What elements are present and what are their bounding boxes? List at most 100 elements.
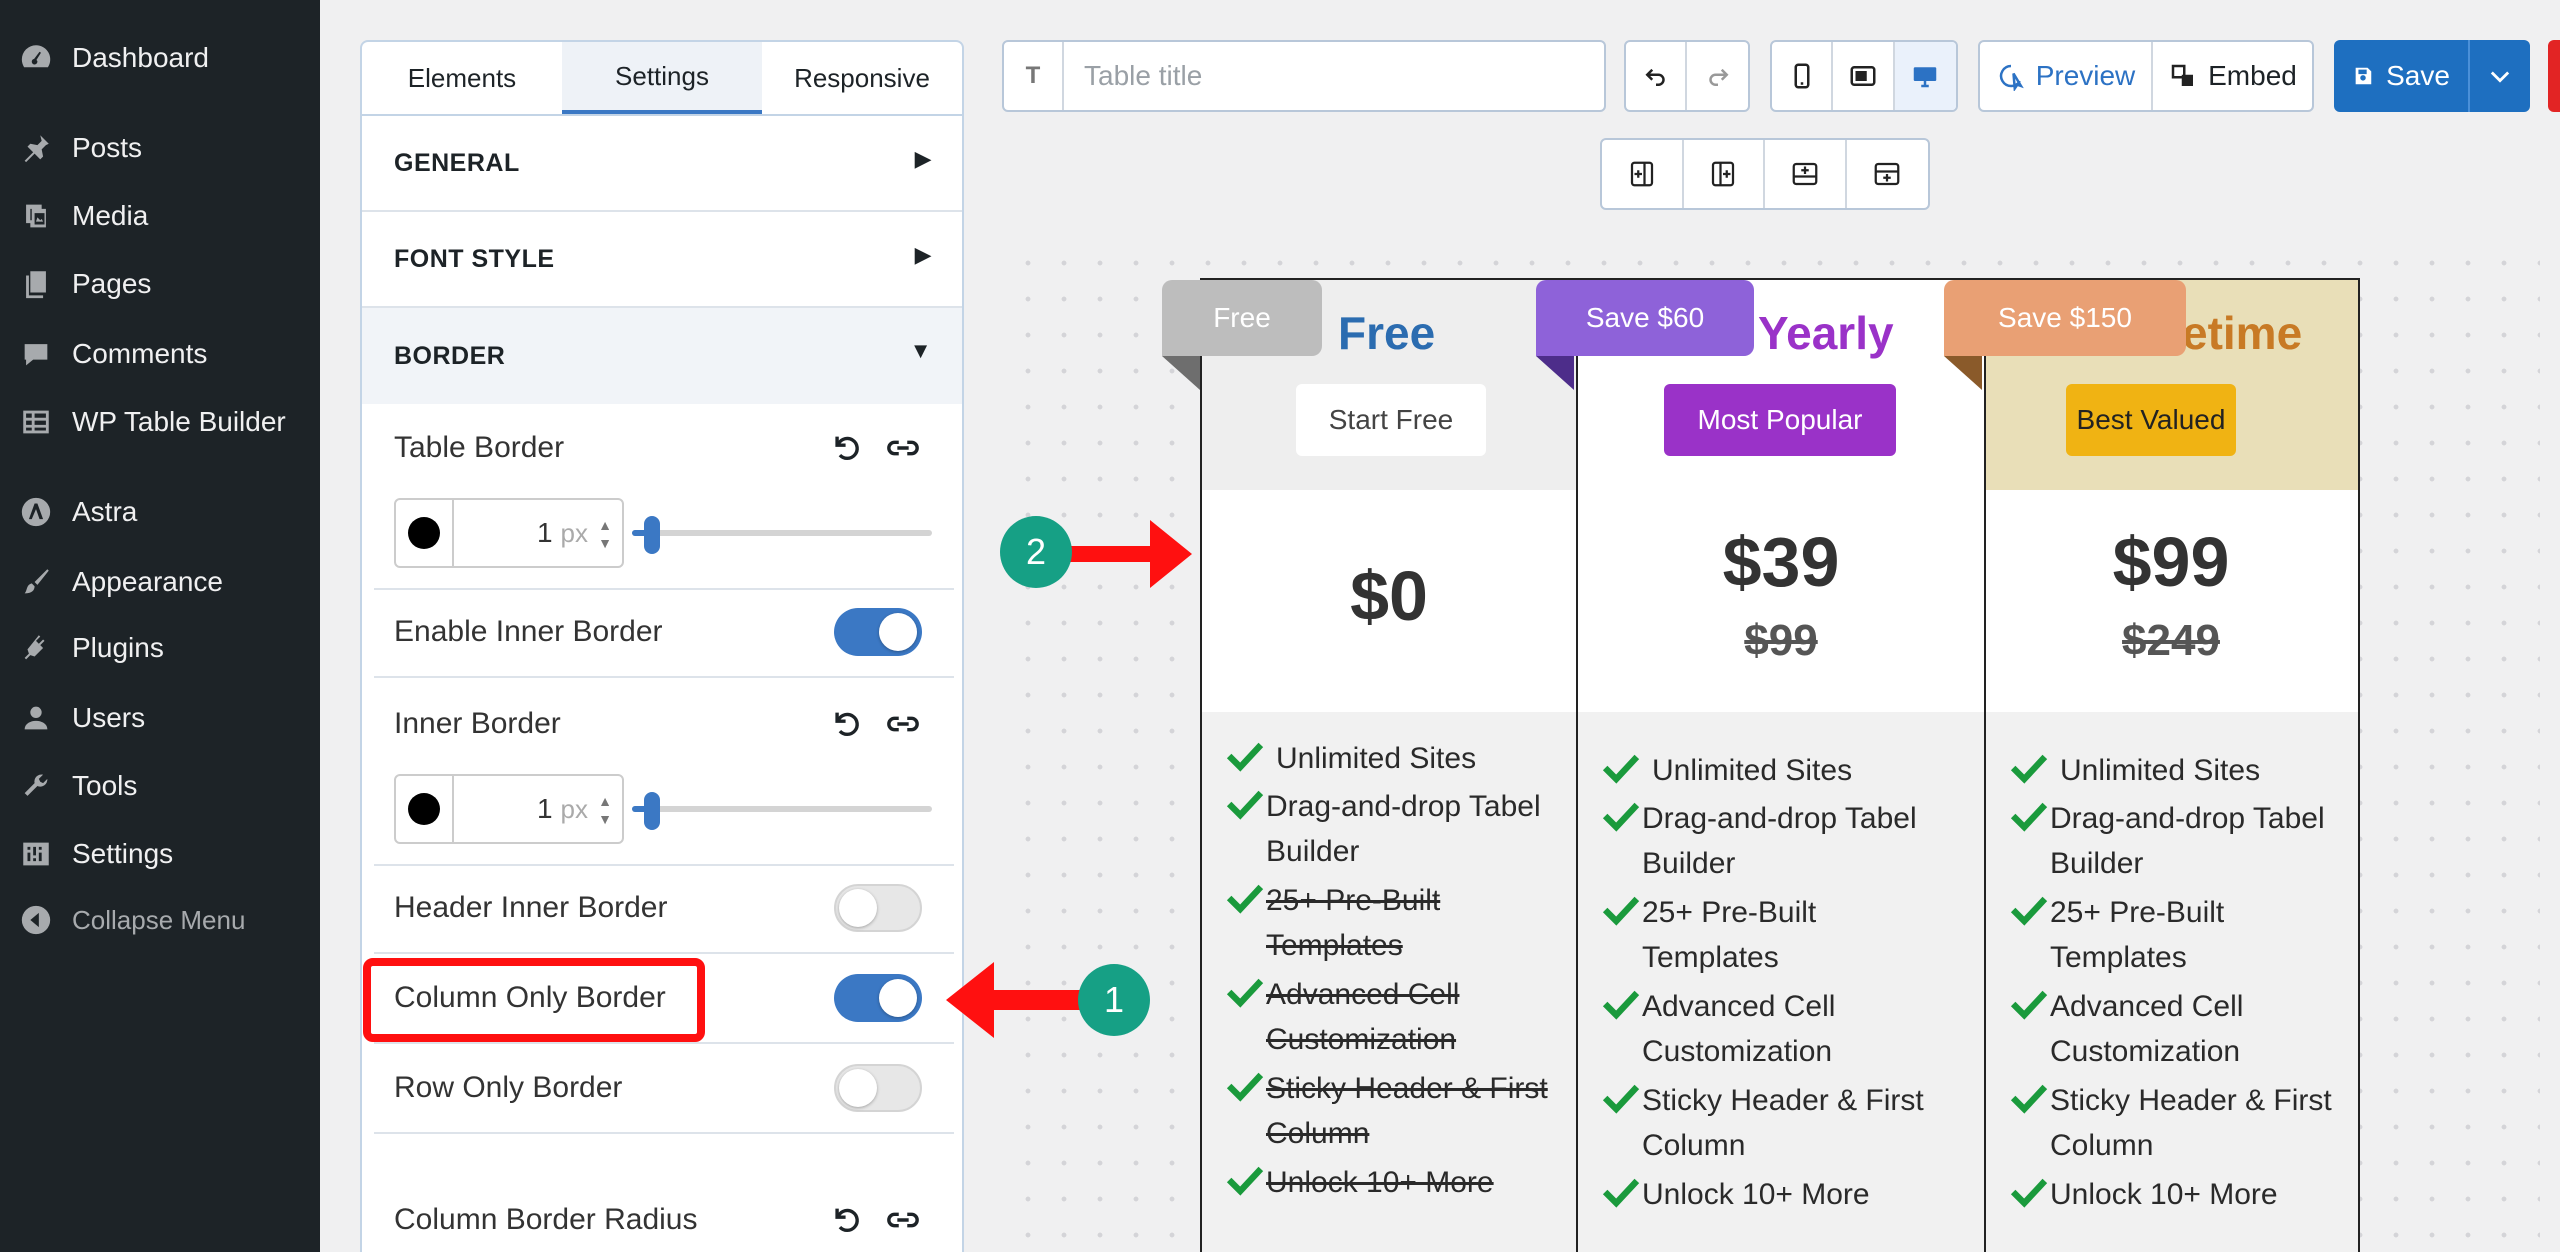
column-border-radius-label: Column Border Radius xyxy=(394,1203,698,1236)
table-title-field: T xyxy=(1002,40,1606,112)
section-font-style[interactable]: FONT STYLE ▶ xyxy=(362,212,962,308)
preview-button[interactable]: Preview xyxy=(1980,42,2153,110)
slider-thumb[interactable] xyxy=(644,516,660,554)
row-only-border-toggle[interactable] xyxy=(834,1064,922,1112)
pricing-column-yearly[interactable]: Yearly Most Popular $39 $99 Unlimited Si… xyxy=(1578,280,1984,1252)
insert-column-right-button[interactable] xyxy=(1684,140,1765,208)
pricing-column-lifetime[interactable]: etime Best Valued $99 $249 Unlimited Sit… xyxy=(1986,280,2358,1252)
menu-label: Media xyxy=(72,200,149,231)
plan-name: Yearly xyxy=(1758,307,1894,359)
menu-item-pages[interactable]: Pages xyxy=(0,256,320,312)
start-free-button[interactable]: Start Free xyxy=(1296,384,1486,456)
save-dropdown-button[interactable] xyxy=(2470,62,2530,90)
table-border-value[interactable]: 1 xyxy=(454,517,553,549)
link-icon[interactable] xyxy=(886,431,920,465)
table-border-width-input[interactable]: 1 px ▲ ▼ xyxy=(394,498,624,568)
plug-icon xyxy=(18,630,54,666)
wp-admin-menu: Dashboard Posts Media Pages Comments WP … xyxy=(0,0,320,1252)
menu-item-dashboard[interactable]: Dashboard xyxy=(0,30,320,86)
embed-button[interactable]: Embed xyxy=(2153,42,2312,110)
reset-icon[interactable] xyxy=(830,431,864,465)
check-icon xyxy=(2010,1078,2050,1168)
truncated-button[interactable] xyxy=(2548,40,2560,112)
menu-item-media[interactable]: Media xyxy=(0,188,320,244)
most-popular-button[interactable]: Most Popular xyxy=(1664,384,1896,456)
menu-item-settings[interactable]: Settings xyxy=(0,826,320,882)
menu-label: WP Table Builder xyxy=(72,406,286,437)
media-icon xyxy=(18,198,54,234)
insert-row-below-button[interactable] xyxy=(1847,140,1928,208)
tab-elements[interactable]: Elements xyxy=(362,42,562,114)
save-main[interactable]: Save xyxy=(2334,40,2470,112)
spinner-icon[interactable]: ▲ ▼ xyxy=(598,516,612,552)
mobile-view-button[interactable] xyxy=(1772,42,1834,110)
preview-label: Preview xyxy=(2035,60,2136,91)
save-button[interactable]: Save xyxy=(2334,40,2530,112)
menu-label: Posts xyxy=(72,132,143,163)
link-icon[interactable] xyxy=(886,707,920,741)
reset-icon[interactable] xyxy=(830,1203,864,1237)
insert-column-left-icon xyxy=(1630,161,1653,187)
insert-column-left-button[interactable] xyxy=(1602,140,1684,208)
slider-thumb[interactable] xyxy=(644,792,660,830)
menu-item-wp-table-builder[interactable]: WP Table Builder xyxy=(0,394,320,450)
inner-border-label: Inner Border xyxy=(394,707,561,740)
best-valued-button[interactable]: Best Valued xyxy=(2066,384,2236,456)
mobile-icon xyxy=(1794,63,1810,89)
settings-panel: Elements Settings Responsive GENERAL ▶ F… xyxy=(360,40,964,1252)
feature-item: Drag-and-drop Tabel Builder xyxy=(1602,796,1972,886)
pricing-table: Free Start Free $0 Unlimited Sites Drag-… xyxy=(1200,278,2360,1252)
price: $0 xyxy=(1350,557,1428,635)
menu-label: Comments xyxy=(72,338,208,369)
check-icon xyxy=(2010,984,2050,1074)
pricing-column-free[interactable]: Free Start Free $0 Unlimited Sites Drag-… xyxy=(1202,280,1576,1252)
ribbon-fold xyxy=(1162,356,1200,390)
section-general[interactable]: GENERAL ▶ xyxy=(362,116,962,212)
spinner-icon[interactable]: ▲ ▼ xyxy=(598,792,612,828)
tab-responsive[interactable]: Responsive xyxy=(762,42,962,114)
inner-border-slider[interactable] xyxy=(632,788,932,830)
caret-down-icon: ▼ xyxy=(909,338,932,363)
embed-label: Embed xyxy=(2208,60,2297,91)
inner-border-value[interactable]: 1 xyxy=(454,793,553,825)
menu-item-plugins[interactable]: Plugins xyxy=(0,620,320,676)
undo-button[interactable] xyxy=(1626,42,1688,110)
feature-item: Unlimited Sites xyxy=(1602,748,1852,797)
menu-item-comments[interactable]: Comments xyxy=(0,326,320,382)
tab-settings[interactable]: Settings xyxy=(562,42,762,114)
redo-button[interactable] xyxy=(1687,42,1748,110)
insert-row-above-button[interactable] xyxy=(1765,140,1847,208)
inner-border-color-swatch[interactable] xyxy=(396,776,454,842)
inner-border-width-input[interactable]: 1 px ▲ ▼ xyxy=(394,774,624,844)
menu-item-appearance[interactable]: Appearance xyxy=(0,554,320,610)
feature-item: Advanced Cell Customization xyxy=(1602,984,1892,1074)
brush-icon xyxy=(18,564,54,600)
menu-item-astra[interactable]: Astra xyxy=(0,484,320,540)
desktop-view-button[interactable] xyxy=(1894,42,1956,110)
header-inner-border-toggle[interactable] xyxy=(834,884,922,932)
annotation-badge-2: 2 xyxy=(1000,516,1072,588)
menu-item-users[interactable]: Users xyxy=(0,690,320,746)
table-title-input[interactable] xyxy=(1064,60,1584,92)
features-cell: Unlimited Sites Drag-and-drop Tabel Buil… xyxy=(1986,712,2358,1252)
link-icon[interactable] xyxy=(886,1203,920,1237)
reset-icon[interactable] xyxy=(830,707,864,741)
collapse-menu-button[interactable]: Collapse Menu xyxy=(0,892,320,948)
tablet-view-button[interactable] xyxy=(1833,42,1895,110)
column-only-border-toggle[interactable] xyxy=(834,974,922,1022)
check-icon xyxy=(1226,1066,1266,1156)
table-border-slider[interactable] xyxy=(632,512,932,554)
enable-inner-border-toggle[interactable] xyxy=(834,608,922,656)
insert-column-right-icon xyxy=(1712,161,1735,187)
insert-row-below-icon xyxy=(1874,162,1900,186)
menu-item-tools[interactable]: Tools xyxy=(0,758,320,814)
section-border[interactable]: BORDER ▼ xyxy=(362,308,962,404)
comment-icon xyxy=(18,336,54,372)
price-cell: $99 $249 xyxy=(1986,490,2358,712)
menu-item-posts[interactable]: Posts xyxy=(0,120,320,176)
menu-label: Astra xyxy=(72,496,138,527)
table-border-color-swatch[interactable] xyxy=(396,500,454,566)
feature-item: Advanced Cell Customization xyxy=(2010,984,2300,1074)
chevron-down-icon xyxy=(2490,71,2510,83)
feature-item: 25+ Pre-Built Templates xyxy=(1602,890,1872,980)
